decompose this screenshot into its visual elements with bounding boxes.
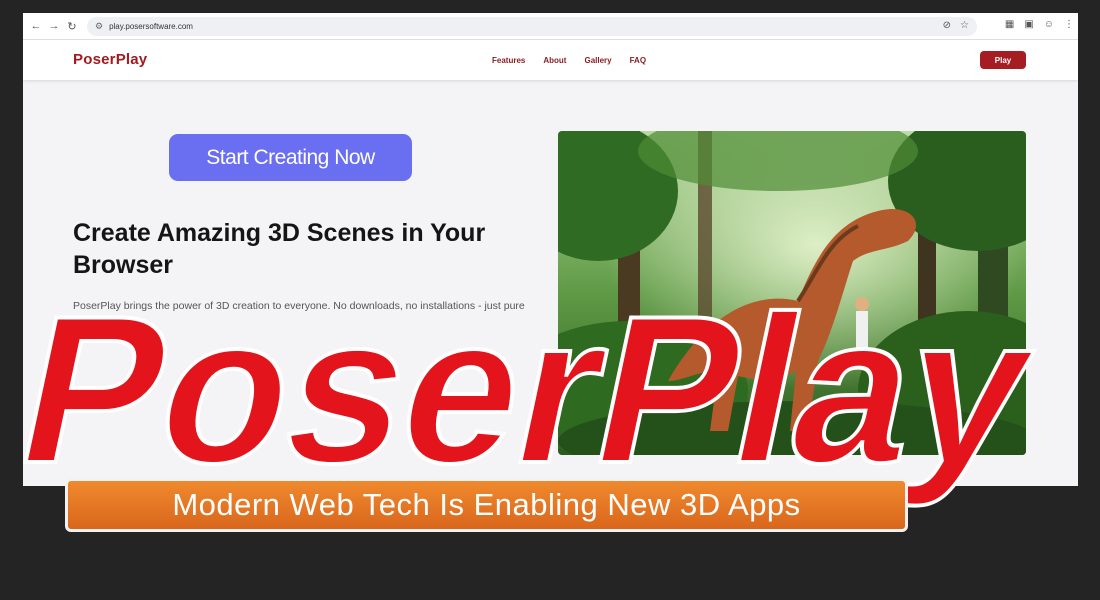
play-button[interactable]: Play: [980, 51, 1026, 69]
eye-off-icon[interactable]: ⊘: [943, 20, 951, 31]
main-nav: Features About Gallery FAQ: [492, 56, 646, 65]
nav-features[interactable]: Features: [492, 56, 525, 65]
site-info-icon[interactable]: ⚙: [95, 21, 103, 32]
site-logo[interactable]: PoserPlay: [73, 51, 147, 68]
browser-window: ← → ↻ ⚙ play.posersoftware.com ⊘ ☆ ▦ ▣ ☺…: [23, 13, 1078, 486]
site-header: PoserPlay Features About Gallery FAQ Pla…: [23, 40, 1078, 80]
menu-dots-icon[interactable]: ⋮: [1064, 19, 1074, 30]
back-arrow-icon[interactable]: ←: [27, 20, 45, 32]
hero-description: PoserPlay brings the power of 3D creatio…: [73, 300, 525, 334]
address-bar[interactable]: ⚙ play.posersoftware.com ⊘ ☆: [87, 17, 977, 36]
hero-title: Create Amazing 3D Scenes in Your Browser: [73, 219, 486, 279]
tab-search-icon[interactable]: ▣: [1024, 19, 1033, 30]
extensions-icon[interactable]: ▦: [1005, 19, 1014, 30]
nav-faq[interactable]: FAQ: [630, 56, 646, 65]
nav-about[interactable]: About: [543, 56, 566, 65]
bookmark-star-icon[interactable]: ☆: [960, 20, 969, 31]
nav-gallery[interactable]: Gallery: [584, 56, 611, 65]
start-creating-button[interactable]: Start Creating Now: [169, 134, 412, 181]
caption-banner: Modern Web Tech Is Enabling New 3D Apps: [65, 478, 908, 532]
url-text[interactable]: play.posersoftware.com: [109, 22, 193, 31]
browser-toolbar: ← → ↻ ⚙ play.posersoftware.com ⊘ ☆ ▦ ▣ ☺…: [23, 13, 1078, 40]
jungle-dinosaur-image: [558, 131, 1026, 455]
profile-icon[interactable]: ☺: [1044, 19, 1054, 30]
reload-icon[interactable]: ↻: [63, 20, 81, 33]
forward-arrow-icon[interactable]: →: [45, 20, 63, 32]
caption-text: Modern Web Tech Is Enabling New 3D Apps: [172, 487, 801, 522]
